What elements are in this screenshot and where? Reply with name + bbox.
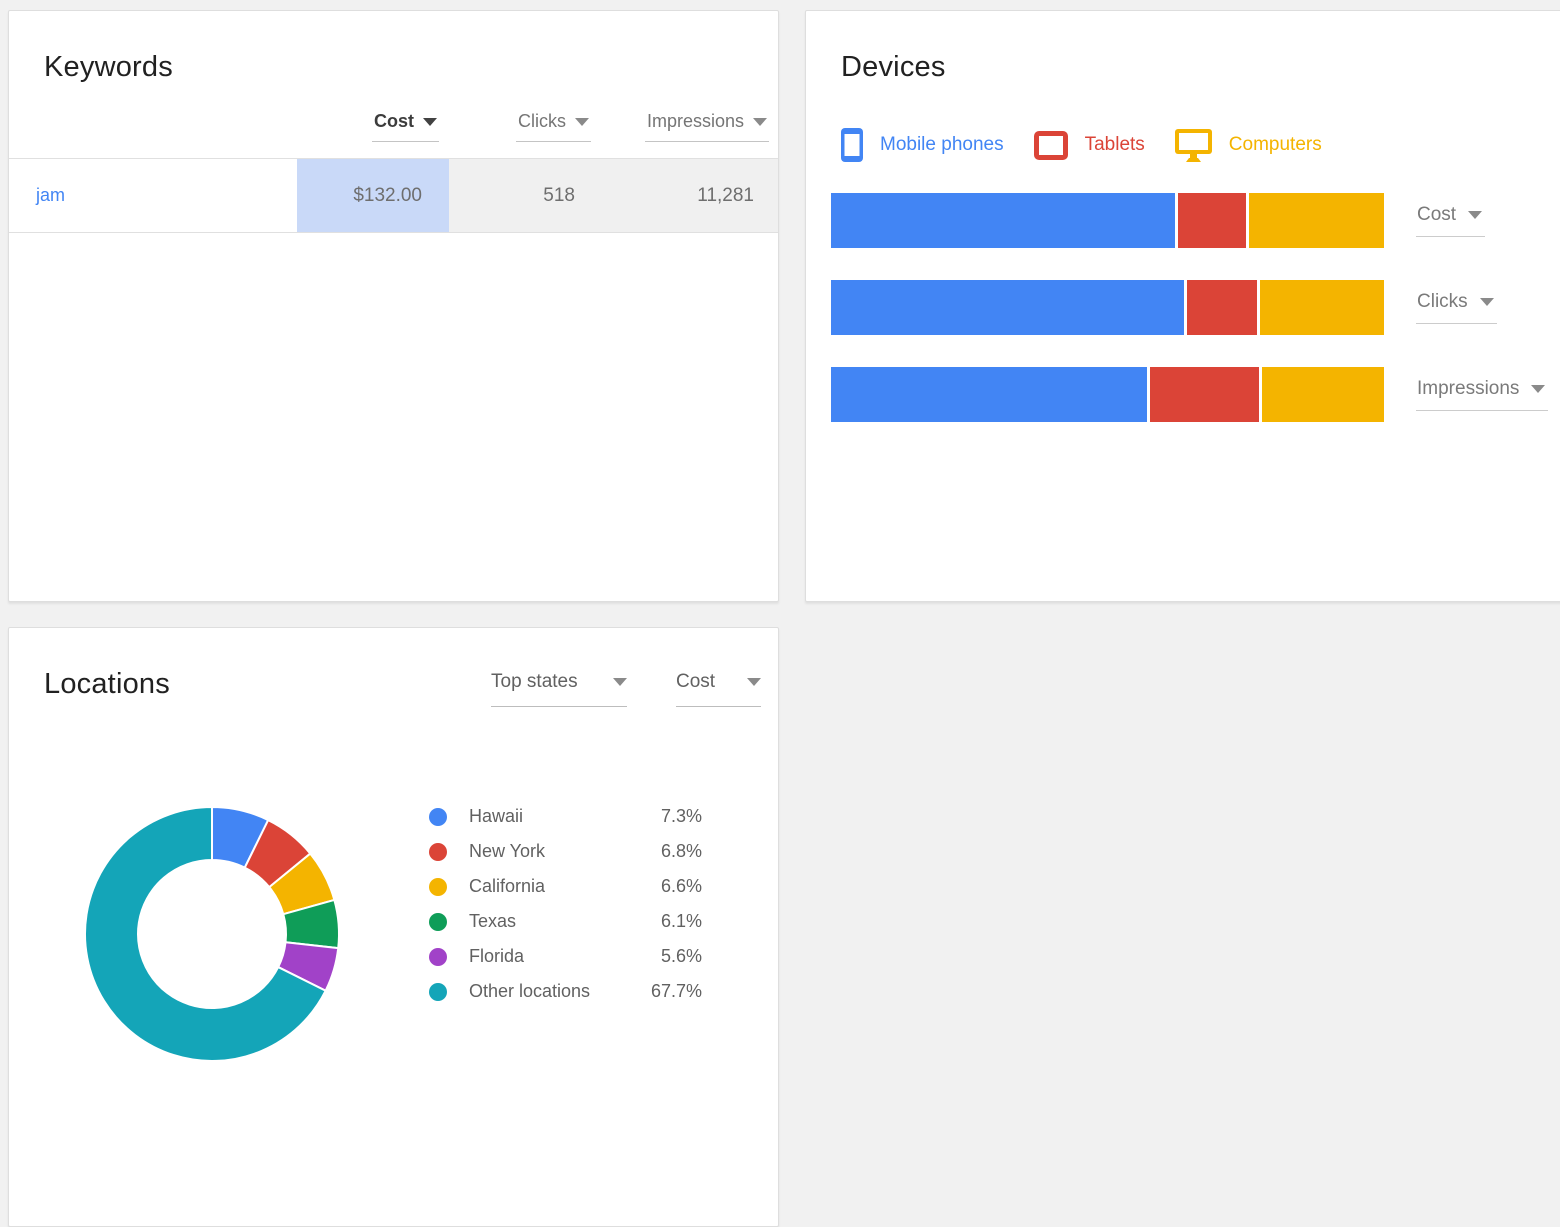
top-states-label: Top states bbox=[491, 671, 578, 693]
devices-cost-label: Cost bbox=[1417, 204, 1456, 226]
locations-cost-label: Cost bbox=[676, 671, 715, 693]
devices-card: Devices Mobile phones Tablets Computers bbox=[805, 10, 1560, 602]
legend-item-computers: Computers bbox=[1175, 129, 1322, 162]
chevron-down-icon bbox=[613, 678, 627, 686]
bar-segment-mobile-phones bbox=[831, 193, 1175, 248]
devices-bar-row-cost: Cost bbox=[831, 193, 1560, 248]
tablet-icon bbox=[1034, 131, 1068, 160]
locations-donut-chart bbox=[82, 804, 342, 1064]
devices-bar-row-clicks: Clicks bbox=[831, 280, 1560, 335]
chevron-down-icon bbox=[753, 118, 767, 126]
cost-column-label: Cost bbox=[374, 111, 414, 132]
devices-bar-cost bbox=[831, 193, 1384, 248]
keywords-table: Cost Clicks Impressions jam bbox=[9, 111, 778, 233]
legend-dot bbox=[429, 948, 447, 966]
devices-impressions-dropdown[interactable]: Impressions bbox=[1416, 378, 1548, 411]
devices-clicks-label: Clicks bbox=[1417, 291, 1468, 313]
cost-column-sort-dropdown[interactable]: Cost bbox=[372, 111, 439, 142]
impressions-column-sort-dropdown[interactable]: Impressions bbox=[645, 111, 769, 142]
legend-dot bbox=[429, 913, 447, 931]
bar-segment-computers bbox=[1249, 193, 1384, 248]
legend-label: New York bbox=[469, 841, 661, 862]
locations-legend: Hawaii 7.3% New York 6.8% California 6.6… bbox=[429, 799, 702, 1009]
legend-item-new-york: New York 6.8% bbox=[429, 834, 702, 869]
devices-cost-dropdown[interactable]: Cost bbox=[1416, 204, 1485, 237]
clicks-column-sort-dropdown[interactable]: Clicks bbox=[516, 111, 591, 142]
chevron-down-icon bbox=[747, 678, 761, 686]
legend-dot bbox=[429, 983, 447, 1001]
bar-segment-tablets bbox=[1150, 367, 1259, 422]
locations-cost-dropdown[interactable]: Cost bbox=[676, 671, 761, 707]
legend-label: Tablets bbox=[1085, 134, 1145, 156]
desktop-icon bbox=[1175, 129, 1212, 162]
clicks-column-label: Clicks bbox=[518, 111, 566, 132]
locations-card: Locations Top states Cost Hawaii 7.3% Ne… bbox=[8, 627, 779, 1227]
bar-segment-computers bbox=[1260, 280, 1384, 335]
bar-segment-mobile-phones bbox=[831, 367, 1147, 422]
keyword-link[interactable]: jam bbox=[36, 185, 65, 206]
impressions-column-label: Impressions bbox=[647, 111, 744, 132]
keywords-table-header: Cost Clicks Impressions bbox=[9, 111, 778, 158]
legend-label: California bbox=[469, 876, 661, 897]
bar-segment-tablets bbox=[1187, 280, 1257, 335]
legend-label: Mobile phones bbox=[880, 134, 1004, 156]
legend-value: 7.3% bbox=[661, 806, 702, 827]
chevron-down-icon bbox=[1480, 298, 1494, 306]
legend-item-other-locations: Other locations 67.7% bbox=[429, 974, 702, 1009]
bar-segment-mobile-phones bbox=[831, 280, 1184, 335]
chevron-down-icon bbox=[1531, 385, 1545, 393]
legend-item-florida: Florida 5.6% bbox=[429, 939, 702, 974]
clicks-cell: 518 bbox=[449, 159, 611, 232]
devices-impressions-label: Impressions bbox=[1417, 378, 1519, 400]
legend-value: 6.8% bbox=[661, 841, 702, 862]
devices-bar-clicks bbox=[831, 280, 1384, 335]
devices-clicks-dropdown[interactable]: Clicks bbox=[1416, 291, 1497, 324]
devices-legend: Mobile phones Tablets Computers bbox=[841, 126, 1322, 164]
top-states-dropdown[interactable]: Top states bbox=[491, 671, 627, 707]
legend-item-tablets: Tablets bbox=[1034, 131, 1145, 160]
bar-segment-tablets bbox=[1178, 193, 1246, 248]
chevron-down-icon bbox=[1468, 211, 1482, 219]
legend-label: Other locations bbox=[469, 981, 651, 1002]
cost-cell: $132.00 bbox=[297, 159, 449, 232]
legend-item-california: California 6.6% bbox=[429, 869, 702, 904]
legend-item-hawaii: Hawaii 7.3% bbox=[429, 799, 702, 834]
legend-value: 6.6% bbox=[661, 876, 702, 897]
legend-item-texas: Texas 6.1% bbox=[429, 904, 702, 939]
legend-value: 5.6% bbox=[661, 946, 702, 967]
legend-item-mobile-phones: Mobile phones bbox=[841, 128, 1004, 162]
keywords-card: Keywords Cost Clicks Impressions bbox=[8, 10, 779, 602]
devices-bar-row-impressions: Impressions bbox=[831, 367, 1560, 422]
legend-label: Texas bbox=[469, 911, 661, 932]
legend-dot bbox=[429, 808, 447, 826]
legend-dot bbox=[429, 878, 447, 896]
chevron-down-icon bbox=[575, 118, 589, 126]
devices-bar-impressions bbox=[831, 367, 1384, 422]
legend-value: 6.1% bbox=[661, 911, 702, 932]
table-row: jam $132.00 518 11,281 bbox=[9, 158, 778, 233]
chevron-down-icon bbox=[423, 118, 437, 126]
keywords-card-title: Keywords bbox=[44, 51, 173, 84]
impressions-cell: 11,281 bbox=[611, 159, 778, 232]
legend-label: Florida bbox=[469, 946, 661, 967]
legend-value: 67.7% bbox=[651, 981, 702, 1002]
legend-label: Hawaii bbox=[469, 806, 661, 827]
devices-card-title: Devices bbox=[841, 51, 946, 84]
legend-label: Computers bbox=[1229, 134, 1322, 156]
bar-segment-computers bbox=[1262, 367, 1384, 422]
smartphone-icon bbox=[841, 128, 863, 162]
legend-dot bbox=[429, 843, 447, 861]
locations-card-title: Locations bbox=[44, 668, 170, 701]
